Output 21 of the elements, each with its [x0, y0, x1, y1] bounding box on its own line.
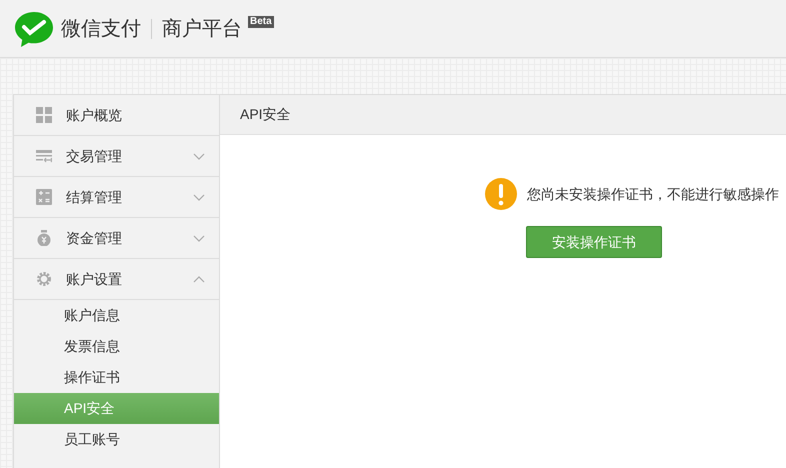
calculator-icon	[36, 189, 52, 205]
sidebar-subitem[interactable]: 账户信息	[14, 300, 219, 331]
sidebar-subitem[interactable]: 发票信息	[14, 331, 219, 362]
sidebar-item[interactable]: 结算管理	[14, 177, 219, 218]
money-bag-icon	[36, 230, 52, 246]
warning-message: 您尚未安装操作证书，不能进行敏感操作	[527, 184, 779, 204]
sidebar-item[interactable]: 交易管理	[14, 136, 219, 177]
beta-badge: Beta	[248, 16, 274, 28]
sidebar-subitem[interactable]: 员工账号	[14, 424, 219, 455]
sidebar-item[interactable]: 账户设置	[14, 259, 219, 300]
brand-name: 微信支付	[61, 16, 141, 42]
logo-icon	[14, 10, 54, 48]
panel-title: API安全	[240, 105, 291, 124]
sidebar-item[interactable]: 账户概览	[14, 95, 219, 136]
sidebar-subitem[interactable]: 操作证书	[14, 362, 219, 393]
grid-icon	[36, 107, 52, 123]
sidebar-item[interactable]: 资金管理	[14, 218, 219, 259]
product-name: 商户平台	[162, 16, 242, 42]
warning-icon	[485, 178, 517, 210]
card-icon	[36, 148, 52, 164]
gear-icon	[36, 271, 52, 287]
